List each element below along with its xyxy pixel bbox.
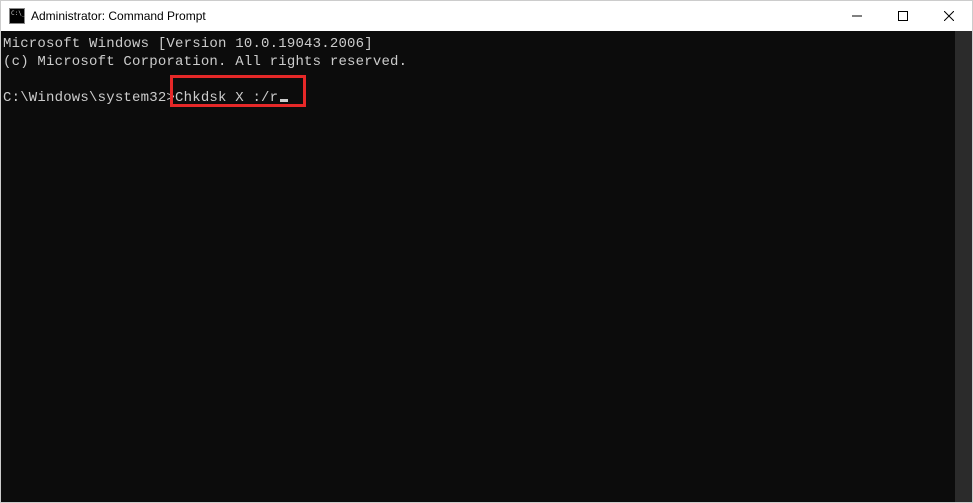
terminal-output[interactable]: Microsoft Windows [Version 10.0.19043.20… — [1, 31, 955, 502]
cmd-icon — [9, 8, 25, 24]
command-prompt-window: Administrator: Command Prompt Microsoft … — [0, 0, 973, 503]
titlebar[interactable]: Administrator: Command Prompt — [1, 1, 972, 31]
minimize-button[interactable] — [834, 1, 880, 31]
scrollbar[interactable] — [955, 31, 972, 502]
close-button[interactable] — [926, 1, 972, 31]
scrollbar-track[interactable] — [955, 31, 972, 502]
cursor — [280, 99, 288, 102]
window-title: Administrator: Command Prompt — [31, 9, 834, 23]
window-controls — [834, 1, 972, 31]
maximize-button[interactable] — [880, 1, 926, 31]
version-line: Microsoft Windows [Version 10.0.19043.20… — [3, 36, 373, 52]
terminal-area: Microsoft Windows [Version 10.0.19043.20… — [1, 31, 972, 502]
copyright-line: (c) Microsoft Corporation. All rights re… — [3, 54, 407, 70]
prompt-text: C:\Windows\system32> — [3, 90, 175, 106]
command-text: Chkdsk X :/r — [175, 90, 278, 106]
